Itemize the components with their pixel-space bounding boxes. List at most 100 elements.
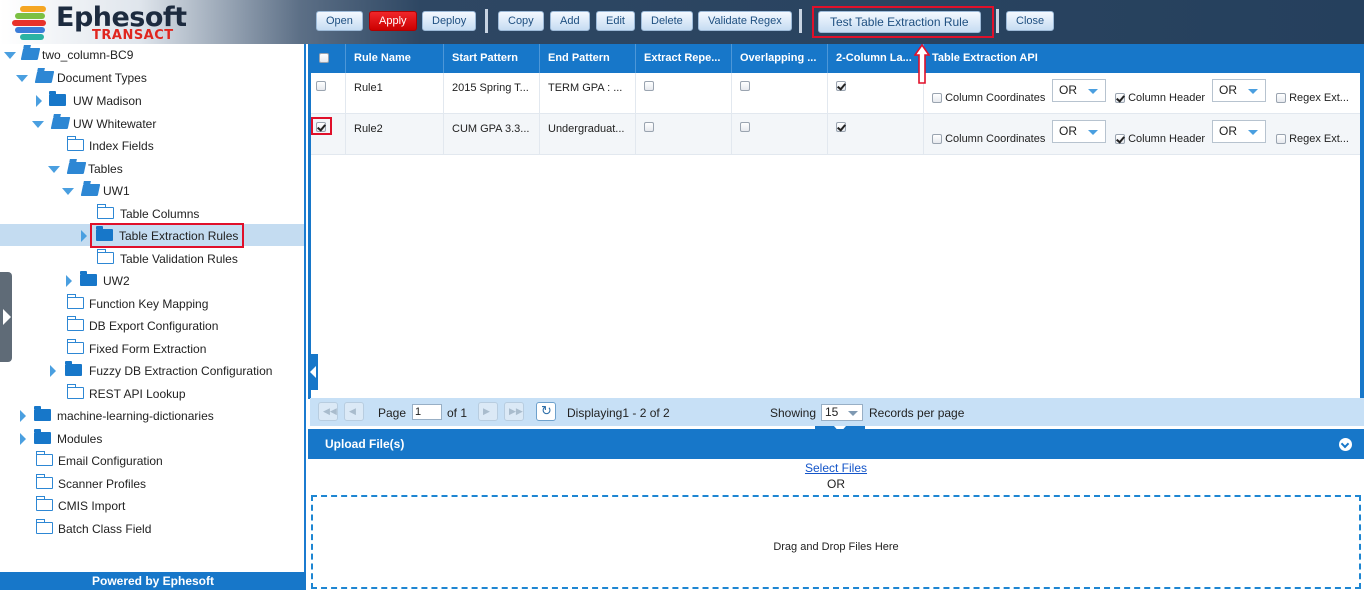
delete-button[interactable]: Delete — [641, 11, 693, 31]
expand-arrow-icon[interactable] — [81, 230, 87, 242]
extract-repeated-cell — [636, 73, 732, 114]
copy-button[interactable]: Copy — [498, 11, 544, 31]
tree-node-label: Modules — [57, 432, 103, 446]
column-coordinates-option[interactable]: Column Coordinates — [932, 92, 1045, 104]
edit-button[interactable]: Edit — [596, 11, 635, 31]
expand-arrow-icon[interactable] — [50, 365, 56, 377]
regex-extraction-checkbox[interactable] — [1276, 134, 1286, 145]
prev-page-button[interactable]: ◀ — [344, 402, 364, 421]
column-header-start-pattern[interactable]: Start Pattern — [444, 44, 540, 73]
select-files-link[interactable]: Select Files — [308, 461, 1364, 475]
tree-node-label: REST API Lookup — [89, 387, 186, 401]
rule-name-cell[interactable]: Rule1 — [346, 73, 444, 114]
expand-arrow-icon[interactable] — [66, 275, 72, 287]
column-header-table-extraction-api[interactable]: Table Extraction API — [924, 44, 1360, 73]
column-header-overlapping[interactable]: Overlapping ... — [732, 44, 828, 73]
page-size-select[interactable]: 15 — [821, 404, 863, 421]
table-row[interactable]: Rule2 CUM GPA 3.3... Undergraduat... Col… — [308, 114, 1360, 155]
column-coordinates-checkbox[interactable] — [932, 93, 942, 104]
open-button[interactable]: Open — [316, 11, 363, 31]
two-column-checkbox[interactable] — [836, 81, 846, 92]
close-button[interactable]: Close — [1006, 11, 1055, 31]
folder-outline-icon — [66, 316, 84, 331]
regex-extraction-option[interactable]: Regex Ext... — [1276, 133, 1349, 145]
operator-select[interactable]: OR — [1212, 120, 1266, 143]
row-select-checkbox[interactable] — [316, 81, 326, 92]
expand-arrow-icon[interactable] — [20, 410, 26, 422]
expand-side-panel-icon[interactable] — [0, 272, 12, 362]
expand-arrow-icon[interactable] — [36, 95, 42, 107]
column-header-checkbox[interactable] — [1115, 93, 1125, 104]
start-pattern-cell[interactable]: CUM GPA 3.3... — [444, 114, 540, 155]
column-header-extract-repeated[interactable]: Extract Repe... — [636, 44, 732, 73]
highlight-box — [311, 117, 332, 135]
regex-extraction-checkbox[interactable] — [1276, 93, 1286, 104]
column-header-option[interactable]: Column Header — [1115, 92, 1205, 104]
upload-title: Upload File(s) — [325, 437, 405, 451]
start-pattern-cell[interactable]: 2015 Spring T... — [444, 73, 540, 114]
tree-node-label: DB Export Configuration — [89, 319, 219, 333]
rule-name-cell[interactable]: Rule2 — [346, 114, 444, 155]
folder-outline-icon — [35, 474, 53, 489]
deploy-button[interactable]: Deploy — [422, 11, 477, 31]
folder-outline-icon — [35, 519, 53, 534]
column-header-two-column[interactable]: 2-Column La... — [828, 44, 924, 73]
tree-node-label: Table Validation Rules — [120, 252, 238, 266]
column-header-checkbox[interactable] — [1115, 134, 1125, 145]
column-header-rule-name[interactable]: Rule Name — [346, 44, 444, 73]
column-header-option[interactable]: Column Header — [1115, 133, 1205, 145]
ephesoft-logo: Ephesoft TRANSACT — [12, 2, 187, 43]
column-header-end-pattern[interactable]: End Pattern — [540, 44, 636, 73]
page-number-input[interactable]: 1 — [412, 404, 442, 420]
add-button[interactable]: Add — [550, 11, 590, 31]
column-coordinates-checkbox[interactable] — [932, 134, 942, 145]
collapse-arrow-icon[interactable] — [48, 166, 60, 173]
row-select-cell — [308, 73, 346, 114]
folder-outline-icon — [66, 384, 84, 399]
upload-panel-header: Upload File(s) — [308, 429, 1364, 459]
end-pattern-cell[interactable]: TERM GPA : ... — [540, 73, 636, 114]
collapse-arrow-icon[interactable] — [62, 188, 74, 195]
tree-node-label: Function Key Mapping — [89, 297, 209, 311]
folder-outline-icon — [96, 249, 114, 264]
api-cell: Column Coordinates OR Column Header OR R… — [924, 73, 1360, 114]
drop-zone[interactable]: Drag and Drop Files Here — [311, 495, 1361, 589]
logo-mark-icon — [12, 6, 52, 40]
collapse-arrow-icon[interactable] — [16, 75, 28, 82]
collapse-arrow-icon[interactable] — [4, 52, 16, 59]
grid-header: Rule Name Start Pattern End Pattern Extr… — [308, 44, 1364, 73]
validate-regex-button[interactable]: Validate Regex — [698, 11, 792, 31]
chevron-down-icon[interactable] — [1339, 438, 1352, 451]
extract-repeated-checkbox[interactable] — [644, 81, 654, 92]
drop-zone-label: Drag and Drop Files Here — [773, 541, 899, 553]
select-files-label[interactable]: Select Files — [805, 461, 867, 475]
expand-arrow-icon[interactable] — [20, 433, 26, 445]
folder-open-icon — [20, 48, 41, 60]
last-page-button[interactable]: ▶▶ — [504, 402, 524, 421]
refresh-icon[interactable]: ↻ — [536, 402, 556, 421]
first-page-button[interactable]: ◀◀ — [318, 402, 338, 421]
operator-select[interactable]: OR — [1052, 120, 1106, 143]
records-per-page-label: Records per page — [869, 406, 965, 420]
end-pattern-cell[interactable]: Undergraduat... — [540, 114, 636, 155]
operator-select[interactable]: OR — [1212, 79, 1266, 102]
column-coordinates-option[interactable]: Column Coordinates — [932, 133, 1045, 145]
overlapping-checkbox[interactable] — [740, 81, 750, 92]
select-all-checkbox[interactable] — [319, 53, 329, 64]
two-column-checkbox[interactable] — [836, 122, 846, 133]
table-row[interactable]: Rule1 2015 Spring T... TERM GPA : ... Co… — [308, 73, 1360, 114]
operator-select[interactable]: OR — [1052, 79, 1106, 102]
next-page-button[interactable]: ▶ — [478, 402, 498, 421]
tree-node-label: Email Configuration — [58, 454, 163, 468]
folder-icon — [34, 429, 51, 444]
folder-outline-icon — [96, 204, 114, 219]
batch-class-tree: two_column-BC9 Document Types UW Madison… — [0, 44, 306, 590]
folder-icon — [80, 271, 97, 286]
collapse-arrow-icon[interactable] — [32, 121, 44, 128]
tree-node-label: machine-learning-dictionaries — [57, 409, 214, 423]
collapse-tree-icon[interactable] — [308, 354, 318, 390]
overlapping-checkbox[interactable] — [740, 122, 750, 133]
extract-repeated-checkbox[interactable] — [644, 122, 654, 133]
regex-extraction-option[interactable]: Regex Ext... — [1276, 92, 1349, 104]
apply-button[interactable]: Apply — [369, 11, 417, 31]
